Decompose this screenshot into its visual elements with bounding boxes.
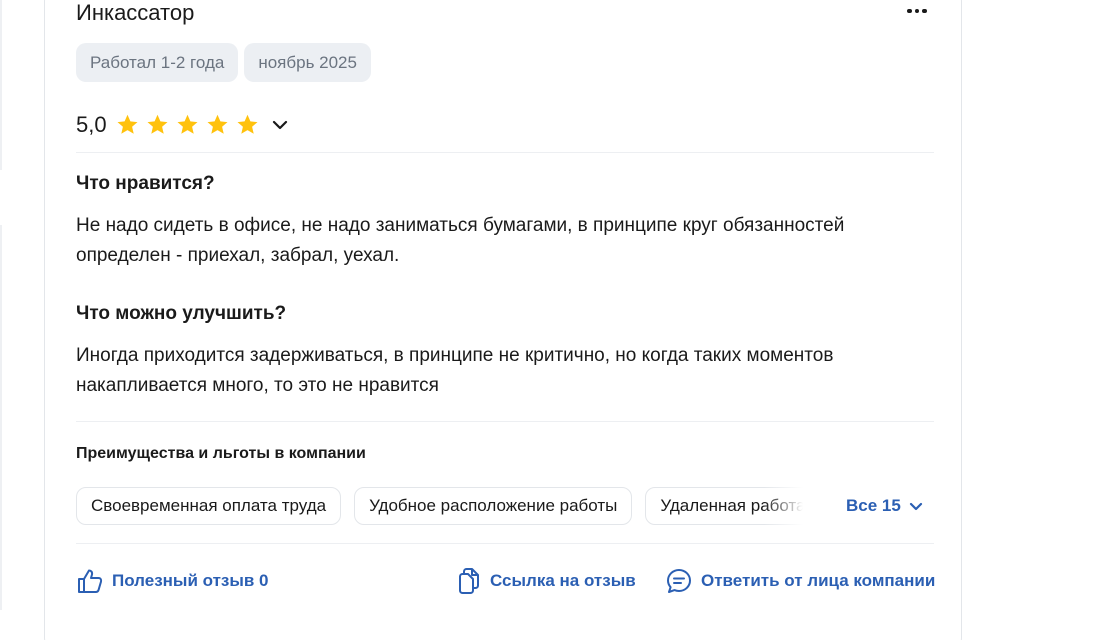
review-title: Инкассатор [76, 0, 195, 25]
more-horizontal-icon [907, 8, 912, 14]
divider [76, 421, 934, 422]
likes-text-line: Не надо сидеть в офисе, не надо занимать… [76, 215, 845, 236]
reply-as-company-button[interactable]: Ответить от лица компании [665, 567, 935, 595]
copy-icon [459, 568, 479, 594]
star-icon [207, 114, 228, 134]
copy-link-label: Ссылка на отзыв [490, 571, 636, 590]
more-options-button[interactable] [901, 1, 933, 21]
copy-link-button[interactable]: Ссылка на отзыв [456, 567, 636, 595]
all-benefits-button[interactable]: Все 15 [846, 487, 923, 525]
likes-heading: Что нравится? [76, 173, 215, 194]
chevron-down-icon [909, 502, 922, 510]
tag-work-duration: Работал 1-2 года [76, 43, 239, 82]
chat-bubble-icon [667, 569, 691, 593]
more-dot [914, 8, 920, 14]
divider [76, 152, 934, 153]
page: Инкассатор Работал 1-2 года ноябрь 2025 … [0, 0, 1093, 640]
tag-review-date: ноябрь 2025 [244, 43, 371, 82]
all-benefits-label: Все 15 [846, 496, 901, 515]
thumbs-up-icon [78, 569, 103, 593]
benefit-chip[interactable]: Своевременная оплата труда [76, 487, 342, 525]
chevron-down-icon [272, 120, 287, 130]
improve-text: Иногда приходится задерживаться, в принц… [76, 341, 934, 401]
improve-text-line: Иногда приходится задерживаться, в принц… [76, 345, 834, 366]
review-tags: Работал 1-2 года ноябрь 2025 [76, 43, 371, 82]
review-actions: Полезный отзыв 0 Ссылка на отзыв Ответит… [76, 567, 936, 595]
improve-heading: Что можно улучшить? [76, 303, 287, 324]
rating-stars [115, 113, 260, 137]
more-dot [922, 8, 927, 14]
likes-text: Не надо сидеть в офисе, не надо занимать… [76, 211, 934, 271]
chips-fade-overlay [764, 487, 810, 525]
reply-as-company-label: Ответить от лица компании [701, 571, 936, 590]
rating-value: 5,0 [76, 112, 107, 137]
star-icon [117, 114, 138, 134]
rating-row: 5,0 [76, 111, 290, 139]
benefit-chip[interactable]: Удобное расположение работы [354, 487, 633, 525]
rating-expand-button[interactable] [270, 115, 290, 135]
helpful-review-label: Полезный отзыв 0 [112, 571, 269, 590]
benefits-heading: Преимущества и льготы в компании [76, 445, 366, 462]
star-icon [237, 114, 258, 134]
divider [76, 543, 934, 544]
star-icon [147, 114, 168, 134]
review-card: Инкассатор Работал 1-2 года ноябрь 2025 … [44, 0, 962, 640]
star-icon [177, 114, 198, 134]
improve-text-line: накапливается много, то это не нравится [76, 375, 439, 396]
likes-text-line: определен - приехал, забрал, уехал. [76, 245, 400, 266]
helpful-review-button[interactable]: Полезный отзыв 0 [76, 567, 269, 595]
benefits-chips: Своевременная оплата труда Удобное распо… [76, 487, 806, 525]
left-panel-edge [0, 0, 4, 640]
